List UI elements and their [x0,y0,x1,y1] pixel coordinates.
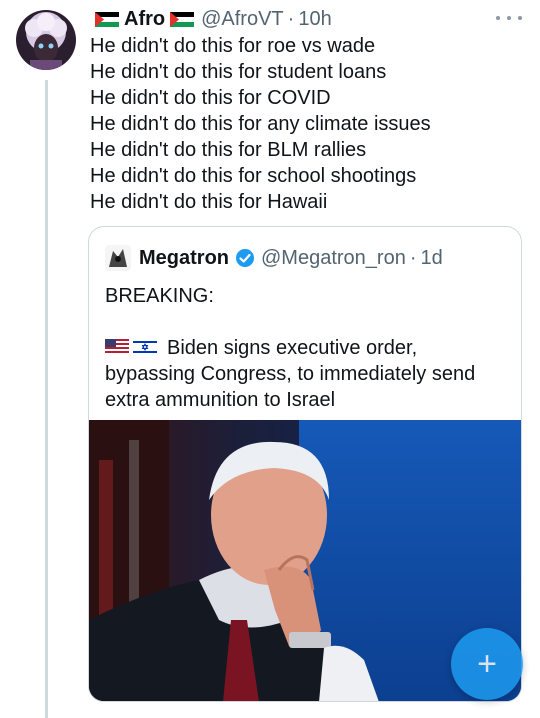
quoted-line-text: Biden signs executive order, [167,337,418,359]
israel-flag-icon [133,339,157,355]
author-name[interactable]: Afro [124,8,165,31]
usa-flag-icon [105,339,129,355]
more-options-icon[interactable] [496,8,522,28]
palestine-flag-icon [170,11,195,27]
author-handle[interactable]: @AfroVT [201,8,284,31]
author-avatar[interactable] [16,10,76,70]
separator-dot: · [287,7,295,30]
separator-dot: · [409,246,417,269]
quoted-line: Biden signs executive order, [105,335,515,361]
quoted-author-handle[interactable]: @Megatron_ron [261,247,406,270]
quoted-author-avatar[interactable] [105,245,131,271]
tweet-text: He didn't do this for roe vs wade He did… [90,33,530,215]
breaking-label: BREAKING: [105,285,214,307]
tweet-line: He didn't do this for Hawaii [90,191,328,213]
quoted-tweet[interactable]: Megatron @Megatron_ron · 1d BREAKING: Bi… [88,226,522,702]
palestine-flag-icon [95,11,119,27]
quoted-tweet-timestamp[interactable]: 1d [421,247,443,270]
quoted-tweet-text: BREAKING: Biden signs executive order, b… [105,283,515,413]
quoted-tweet-header: Megatron @Megatron_ron · 1d [105,243,443,273]
tweet-line: He didn't do this for COVID [90,87,331,109]
tweet-header: Afro @AfroVT · 10h [90,6,332,32]
quoted-author-name[interactable]: Megatron [139,247,229,270]
tweet-timestamp[interactable]: 10h [298,8,331,31]
tweet-line: He didn't do this for student loans [90,61,387,83]
tweet-line: He didn't do this for roe vs wade [90,35,376,57]
quoted-line: extra ammunition to Israel [105,389,336,411]
tweet-line: He didn't do this for any climate issues [90,113,431,135]
tweet-line: He didn't do this for BLM rallies [90,139,367,161]
tweet-line: He didn't do this for school shootings [90,165,417,187]
compose-button[interactable]: + [451,628,523,700]
thread-connector-line [45,80,48,718]
verified-badge-icon [235,248,255,268]
quoted-line: bypassing Congress, to immediately send [105,363,476,385]
